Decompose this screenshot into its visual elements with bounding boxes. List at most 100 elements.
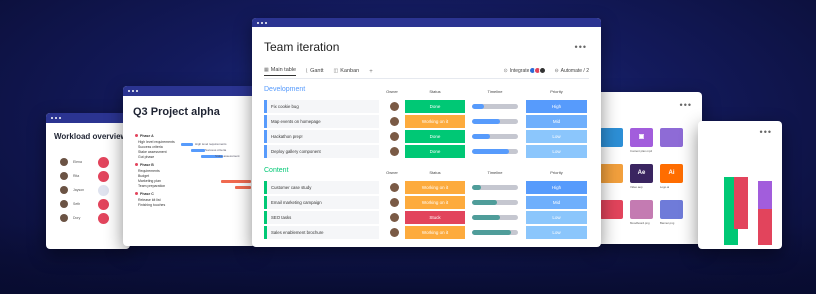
- timeline-fill: [472, 134, 491, 139]
- tab-kanban[interactable]: ◫ Kanban: [334, 68, 360, 76]
- item-name[interactable]: Deploy gallery component: [264, 145, 379, 158]
- automate-button[interactable]: ⊖ Automate / 2: [554, 68, 589, 74]
- workload-row: Jayson: [60, 184, 109, 196]
- tab-label: Kanban: [340, 67, 360, 74]
- timeline-fill: [472, 119, 500, 124]
- timeline-bar[interactable]: [472, 149, 518, 154]
- phase-item: Finishing touches: [138, 203, 166, 207]
- project-window: Q3 Project alpha Phase A High level requi…: [123, 86, 256, 246]
- priority-cell[interactable]: Low: [526, 211, 587, 224]
- item-name[interactable]: Email marketing campaign: [264, 196, 379, 209]
- status-cell[interactable]: Done: [405, 100, 465, 113]
- group-title[interactable]: Content: [264, 167, 289, 174]
- add-view-button[interactable]: +: [369, 69, 373, 75]
- file-thumbnail[interactable]: [660, 200, 683, 219]
- owner-avatar[interactable]: [390, 198, 399, 207]
- board-window: Team iteration ••• ▦ Main table ⌊ Gantt …: [252, 18, 601, 247]
- table-row[interactable]: Hackathon prep! Done Low: [264, 130, 589, 143]
- owner-avatar[interactable]: [390, 102, 399, 111]
- file-thumbnail[interactable]: [600, 200, 623, 219]
- status-cell[interactable]: Working on it: [405, 181, 465, 194]
- view-tabs: ▦ Main table ⌊ Gantt ◫ Kanban +: [264, 67, 373, 76]
- gantt-bar: [181, 143, 193, 146]
- column-header-owner: Owner: [386, 170, 398, 175]
- gantt-bar-label: Stake assessment: [215, 154, 240, 158]
- tab-gantt[interactable]: ⌊ Gantt: [306, 68, 323, 76]
- board-actions: ⊙ Integrate ⊖ Automate / 2: [503, 67, 589, 74]
- table-row[interactable]: Email marketing campaign Working on it Mid: [264, 196, 589, 209]
- chart-bar: [758, 181, 772, 209]
- item-name[interactable]: Map events on homepage: [264, 115, 379, 128]
- file-thumbnail[interactable]: [600, 164, 623, 183]
- file-tile-illustrator-icon[interactable]: Ai: [660, 164, 683, 183]
- status-cell[interactable]: Working on it: [405, 196, 465, 209]
- status-cell[interactable]: Working on it: [405, 226, 465, 239]
- board-more-button[interactable]: •••: [575, 42, 587, 52]
- timeline-fill: [472, 185, 482, 190]
- timeline-bar[interactable]: [472, 185, 518, 190]
- table-row[interactable]: Deploy gallery component Done Low: [264, 145, 589, 158]
- timeline-bar[interactable]: [472, 134, 518, 139]
- timeline-bar[interactable]: [472, 215, 518, 220]
- gantt-bar: [235, 186, 251, 189]
- priority-cell[interactable]: Low: [526, 145, 587, 158]
- priority-cell[interactable]: Low: [526, 130, 587, 143]
- workload-person-name: Seth: [73, 202, 81, 206]
- chart-bar: [734, 177, 748, 229]
- priority-cell[interactable]: Mid: [526, 196, 587, 209]
- phase-name: Phase B: [140, 163, 154, 167]
- priority-cell[interactable]: Low: [526, 226, 587, 239]
- item-name[interactable]: Customer case study: [264, 181, 379, 194]
- window-titlebar: [123, 86, 256, 96]
- file-caption: Video.aep: [630, 185, 643, 189]
- priority-cell[interactable]: High: [526, 100, 587, 113]
- file-tile-after-effects-icon[interactable]: Ae: [630, 164, 653, 183]
- owner-avatar[interactable]: [390, 132, 399, 141]
- workload-indicator: [98, 212, 109, 224]
- timeline-bar[interactable]: [472, 230, 518, 235]
- table-row[interactable]: Sales enablement brochure Working on it Lo…: [264, 226, 589, 239]
- file-tile-video-icon[interactable]: ▣: [630, 128, 653, 147]
- table-row[interactable]: Map events on homepage Working on it Mid: [264, 115, 589, 128]
- priority-cell[interactable]: Mid: [526, 115, 587, 128]
- status-cell[interactable]: Stuck: [405, 211, 465, 224]
- item-name[interactable]: Fix cookie bug: [264, 100, 379, 113]
- item-name[interactable]: Sales enablement brochure: [264, 226, 379, 239]
- hero-canvas: Workload overview Elena Rita Jayson Seth Dor…: [0, 0, 816, 294]
- file-thumbnail[interactable]: [660, 128, 683, 147]
- avatar: [60, 172, 68, 180]
- owner-avatar[interactable]: [390, 117, 399, 126]
- phase-item: Gut phase: [138, 155, 155, 159]
- table-row[interactable]: SEO tasks Stuck Low: [264, 211, 589, 224]
- timeline-bar[interactable]: [472, 104, 518, 109]
- workload-indicator: [98, 156, 109, 168]
- status-cell[interactable]: Done: [405, 130, 465, 143]
- table-row[interactable]: Customer case study Working on it High: [264, 181, 589, 194]
- integrate-button[interactable]: ⊙ Integrate: [503, 67, 547, 74]
- item-name[interactable]: SEO tasks: [264, 211, 379, 224]
- workload-indicator: [98, 198, 109, 210]
- phase-heading: Phase B: [135, 163, 154, 168]
- avatar: [60, 214, 68, 222]
- status-cell[interactable]: Done: [405, 145, 465, 158]
- file-thumbnail[interactable]: [630, 200, 653, 219]
- file-thumbnail[interactable]: [600, 128, 623, 147]
- owner-avatar[interactable]: [390, 213, 399, 222]
- column-header-owner: Owner: [386, 89, 398, 94]
- chart-more-button[interactable]: •••: [760, 127, 772, 137]
- file-caption: Content plan.mp4: [630, 149, 653, 153]
- priority-cell[interactable]: High: [526, 181, 587, 194]
- status-cell[interactable]: Working on it: [405, 115, 465, 128]
- owner-avatar[interactable]: [390, 147, 399, 156]
- group-title[interactable]: Development: [264, 86, 305, 93]
- tab-main-table[interactable]: ▦ Main table: [264, 67, 297, 76]
- timeline-bar[interactable]: [472, 119, 518, 124]
- files-more-button[interactable]: •••: [680, 100, 692, 110]
- owner-avatar[interactable]: [390, 183, 399, 192]
- item-name[interactable]: Hackathon prep!: [264, 130, 379, 143]
- owner-avatar[interactable]: [390, 228, 399, 237]
- table-row[interactable]: Fix cookie bug Done High: [264, 100, 589, 113]
- timeline-bar[interactable]: [472, 200, 518, 205]
- integration-app-icons: [529, 67, 547, 74]
- column-header-timeline: Timeline: [487, 89, 503, 94]
